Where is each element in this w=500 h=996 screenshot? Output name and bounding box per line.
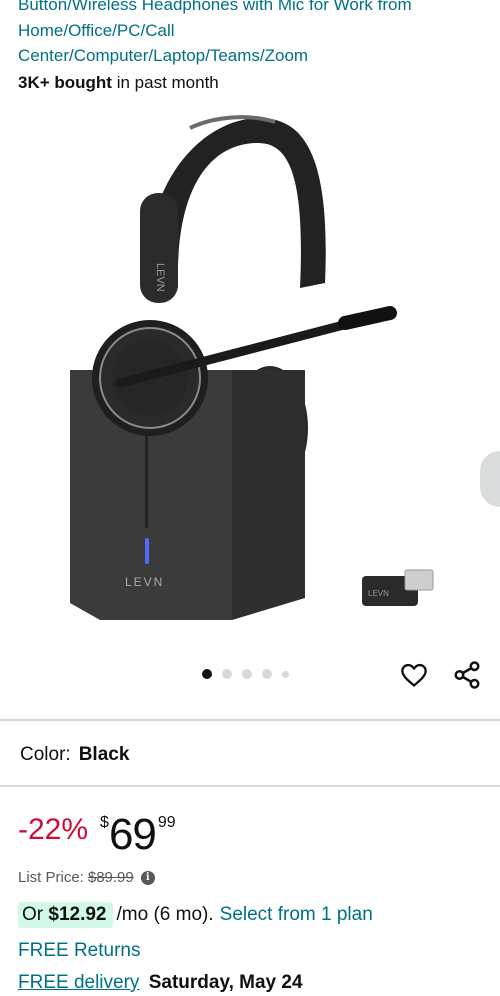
color-label: Color: [20, 744, 71, 765]
heart-icon[interactable] [400, 661, 428, 689]
discount-percent: -22% [18, 813, 89, 846]
brand-mark-stand: LEVN [125, 575, 164, 589]
monthly-amount: $12.92 [48, 904, 107, 925]
product-title-line[interactable]: Home/Office/PC/Call [18, 18, 488, 44]
carousel-dot[interactable] [222, 669, 232, 679]
bought-count-text: 3K+ bought in past month [18, 73, 219, 93]
color-value: Black [78, 744, 130, 765]
delivery-info: FREE delivery Saturday, May 24 [18, 972, 303, 994]
carousel-dot[interactable] [282, 670, 289, 678]
headset-with-charging-stand-image: LEVN LEVN LEVN [70, 115, 434, 620]
color-selector[interactable]: Color: Black [20, 744, 129, 766]
section-divider [0, 785, 500, 787]
section-divider [0, 719, 500, 721]
monthly-payment: Or $12.92 /mo (6 mo). Select from 1 plan [18, 902, 373, 928]
product-title[interactable]: Button/Wireless Headphones with Mic for … [18, 0, 488, 69]
product-title-line[interactable]: Center/Computer/Laptop/Teams/Zoom [18, 43, 488, 69]
delivery-date: Saturday, May 24 [148, 972, 303, 993]
monthly-prefix: Or [22, 904, 44, 925]
monthly-highlight: Or $12.92 [18, 902, 113, 928]
carousel-dot-active[interactable] [202, 669, 212, 679]
list-price-label: List Price: [18, 869, 84, 886]
price-fraction: 99 [157, 814, 176, 831]
list-price: List Price: $89.99 i [18, 869, 155, 886]
carousel-dot[interactable] [242, 669, 252, 679]
share-icon[interactable] [452, 660, 482, 690]
product-image[interactable]: LEVN LEVN LEVN [0, 108, 500, 653]
carousel-dots [202, 669, 289, 679]
bought-suffix: in past month [116, 73, 219, 92]
product-title-line[interactable]: Button/Wireless Headphones with Mic for … [18, 0, 488, 18]
free-delivery-link[interactable]: FREE delivery [18, 972, 139, 993]
brand-mark-slider: LEVN [154, 263, 166, 292]
brand-mark-dongle: LEVN [368, 589, 389, 598]
carousel-next-button[interactable] [480, 451, 500, 507]
free-returns-link[interactable]: FREE Returns [18, 940, 140, 962]
list-price-value: $89.99 [87, 869, 134, 886]
price-block: -22% $ 69 99 [18, 810, 176, 860]
monthly-suffix: /mo (6 mo). [116, 904, 214, 925]
bought-count: 3K+ bought [18, 73, 112, 92]
info-icon[interactable]: i [140, 870, 155, 885]
price-currency: $ [100, 814, 109, 831]
price-whole: 69 [108, 810, 157, 859]
carousel-dot[interactable] [262, 669, 272, 679]
select-plan-link[interactable]: Select from 1 plan [220, 904, 373, 926]
